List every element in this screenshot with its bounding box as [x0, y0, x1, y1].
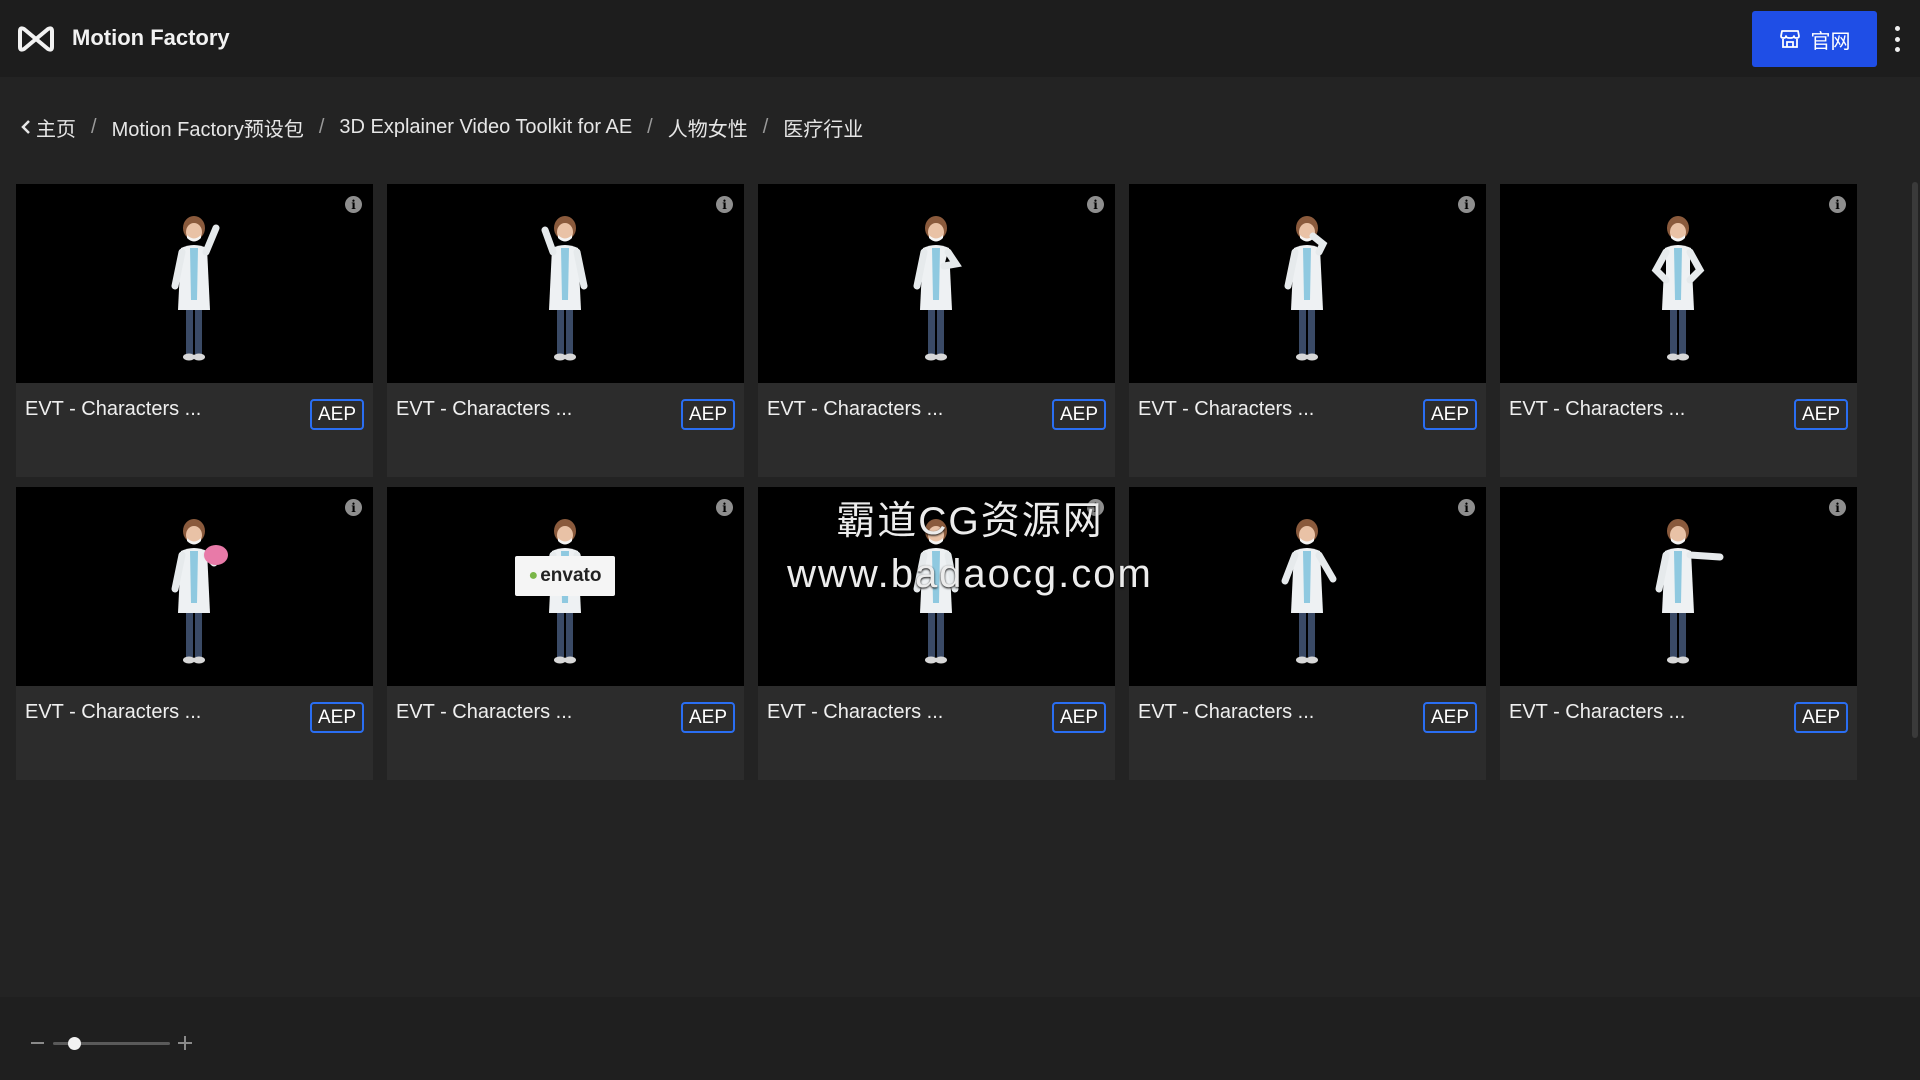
asset-card[interactable]: i EVT - Characters ... AEP: [16, 487, 373, 780]
breadcrumb-female-characters[interactable]: 人物女性: [668, 113, 748, 142]
official-site-label: 官网: [1810, 30, 1851, 53]
file-type-badge: AEP: [681, 702, 735, 733]
file-type-badge: AEP: [1794, 399, 1848, 430]
file-type-badge: AEP: [310, 399, 364, 430]
top-bar: Motion Factory 官网: [0, 0, 1920, 77]
info-icon[interactable]: i: [716, 499, 733, 516]
footer-bar: [0, 997, 1920, 1080]
asset-thumbnail[interactable]: i: [1500, 184, 1857, 383]
asset-thumbnail[interactable]: i: [1129, 184, 1486, 383]
envato-sign: ● envato: [515, 556, 615, 596]
file-type-badge: AEP: [681, 399, 735, 430]
file-type-badge: AEP: [1423, 399, 1477, 430]
leaf-icon: ●: [528, 567, 539, 584]
asset-thumbnail[interactable]: i: [387, 184, 744, 383]
asset-card[interactable]: i EVT - Characters ... AEP: [16, 184, 373, 477]
doctor-character-figure: [913, 216, 962, 361]
chevron-left-icon[interactable]: [20, 119, 32, 135]
info-icon[interactable]: i: [1087, 499, 1104, 516]
info-icon[interactable]: i: [1087, 196, 1104, 213]
asset-card[interactable]: i EVT - Characters ... AEP: [1500, 487, 1857, 780]
asset-thumbnail[interactable]: i: [758, 487, 1115, 686]
file-type-badge: AEP: [1423, 702, 1477, 733]
breadcrumb-separator: /: [762, 115, 769, 138]
asset-title: EVT - Characters ...: [396, 398, 573, 420]
storefront-icon: [1779, 30, 1800, 48]
asset-thumbnail[interactable]: i: [758, 184, 1115, 383]
asset-thumbnail[interactable]: i: [1129, 487, 1486, 686]
doctor-character-figure: [541, 216, 588, 361]
info-icon[interactable]: i: [716, 196, 733, 213]
breadcrumb: 主页 / Motion Factory预设包 / 3D Explainer Vi…: [20, 112, 863, 142]
info-icon[interactable]: i: [345, 196, 362, 213]
doctor-character-figure: [1284, 216, 1328, 361]
breadcrumb-home[interactable]: 主页: [36, 113, 76, 142]
asset-card[interactable]: i EVT - Characters ... AEP: [1500, 184, 1857, 477]
asset-title: EVT - Characters ...: [1138, 701, 1315, 723]
doctor-character-figure: [171, 216, 220, 361]
breadcrumb-separator: /: [318, 115, 325, 138]
minus-icon[interactable]: [31, 1042, 44, 1044]
file-type-badge: AEP: [1052, 702, 1106, 733]
app-title: Motion Factory: [72, 25, 230, 50]
doctor-character-figure: [1281, 519, 1337, 664]
breadcrumb-preset-pack[interactable]: Motion Factory预设包: [112, 113, 304, 142]
breadcrumb-separator: /: [647, 115, 653, 138]
file-type-badge: AEP: [310, 702, 364, 733]
asset-card[interactable]: i EVT - Characters ... AEP: [758, 487, 1115, 780]
doctor-character-figure: [913, 519, 959, 664]
plus-icon[interactable]: [178, 1036, 192, 1050]
asset-thumbnail[interactable]: i: [16, 487, 373, 686]
asset-card[interactable]: i EVT - Characters ... AEP: [1129, 487, 1486, 780]
vertical-scrollbar[interactable]: [1912, 182, 1918, 738]
info-icon[interactable]: i: [1458, 499, 1475, 516]
breadcrumb-separator: /: [91, 115, 97, 138]
asset-thumbnail[interactable]: i: [1500, 487, 1857, 686]
breadcrumb-toolkit[interactable]: 3D Explainer Video Toolkit for AE: [339, 116, 632, 139]
doctor-character-figure: [1655, 519, 1724, 664]
asset-card[interactable]: i ● envato EVT - Characters ... AEP: [387, 487, 744, 780]
official-site-button[interactable]: 官网: [1752, 11, 1877, 67]
asset-grid: i EVT - Characters ... AEP i EVT - Chara…: [16, 184, 1857, 780]
asset-title: EVT - Characters ...: [767, 701, 944, 723]
file-type-badge: AEP: [1052, 399, 1106, 430]
asset-thumbnail[interactable]: i ● envato: [387, 487, 744, 686]
asset-thumbnail[interactable]: i: [16, 184, 373, 383]
piggy-bank-icon: [204, 545, 228, 565]
breadcrumb-medical[interactable]: 医疗行业: [783, 113, 863, 142]
zoom-slider-knob[interactable]: [67, 1037, 81, 1050]
asset-card[interactable]: i EVT - Characters ... AEP: [1129, 184, 1486, 477]
info-icon[interactable]: i: [345, 499, 362, 516]
infinity-m-logo-icon[interactable]: [16, 23, 56, 53]
file-type-badge: AEP: [1794, 702, 1848, 733]
doctor-character-figure: [542, 519, 588, 664]
info-icon[interactable]: i: [1829, 196, 1846, 213]
asset-title: EVT - Characters ...: [1509, 398, 1686, 420]
asset-card[interactable]: i EVT - Characters ... AEP: [387, 184, 744, 477]
envato-sign-text: envato: [540, 565, 602, 586]
info-icon[interactable]: i: [1829, 499, 1846, 516]
asset-title: EVT - Characters ...: [767, 398, 944, 420]
more-vertical-icon[interactable]: [1890, 26, 1904, 52]
asset-card[interactable]: i EVT - Characters ... AEP: [758, 184, 1115, 477]
doctor-character-figure: [1651, 216, 1705, 361]
asset-title: EVT - Characters ...: [396, 701, 573, 723]
asset-title: EVT - Characters ...: [1509, 701, 1686, 723]
asset-title: EVT - Characters ...: [25, 701, 202, 723]
doctor-character-figure: [171, 519, 228, 664]
asset-title: EVT - Characters ...: [1138, 398, 1315, 420]
info-icon[interactable]: i: [1458, 196, 1475, 213]
asset-title: EVT - Characters ...: [25, 398, 202, 420]
